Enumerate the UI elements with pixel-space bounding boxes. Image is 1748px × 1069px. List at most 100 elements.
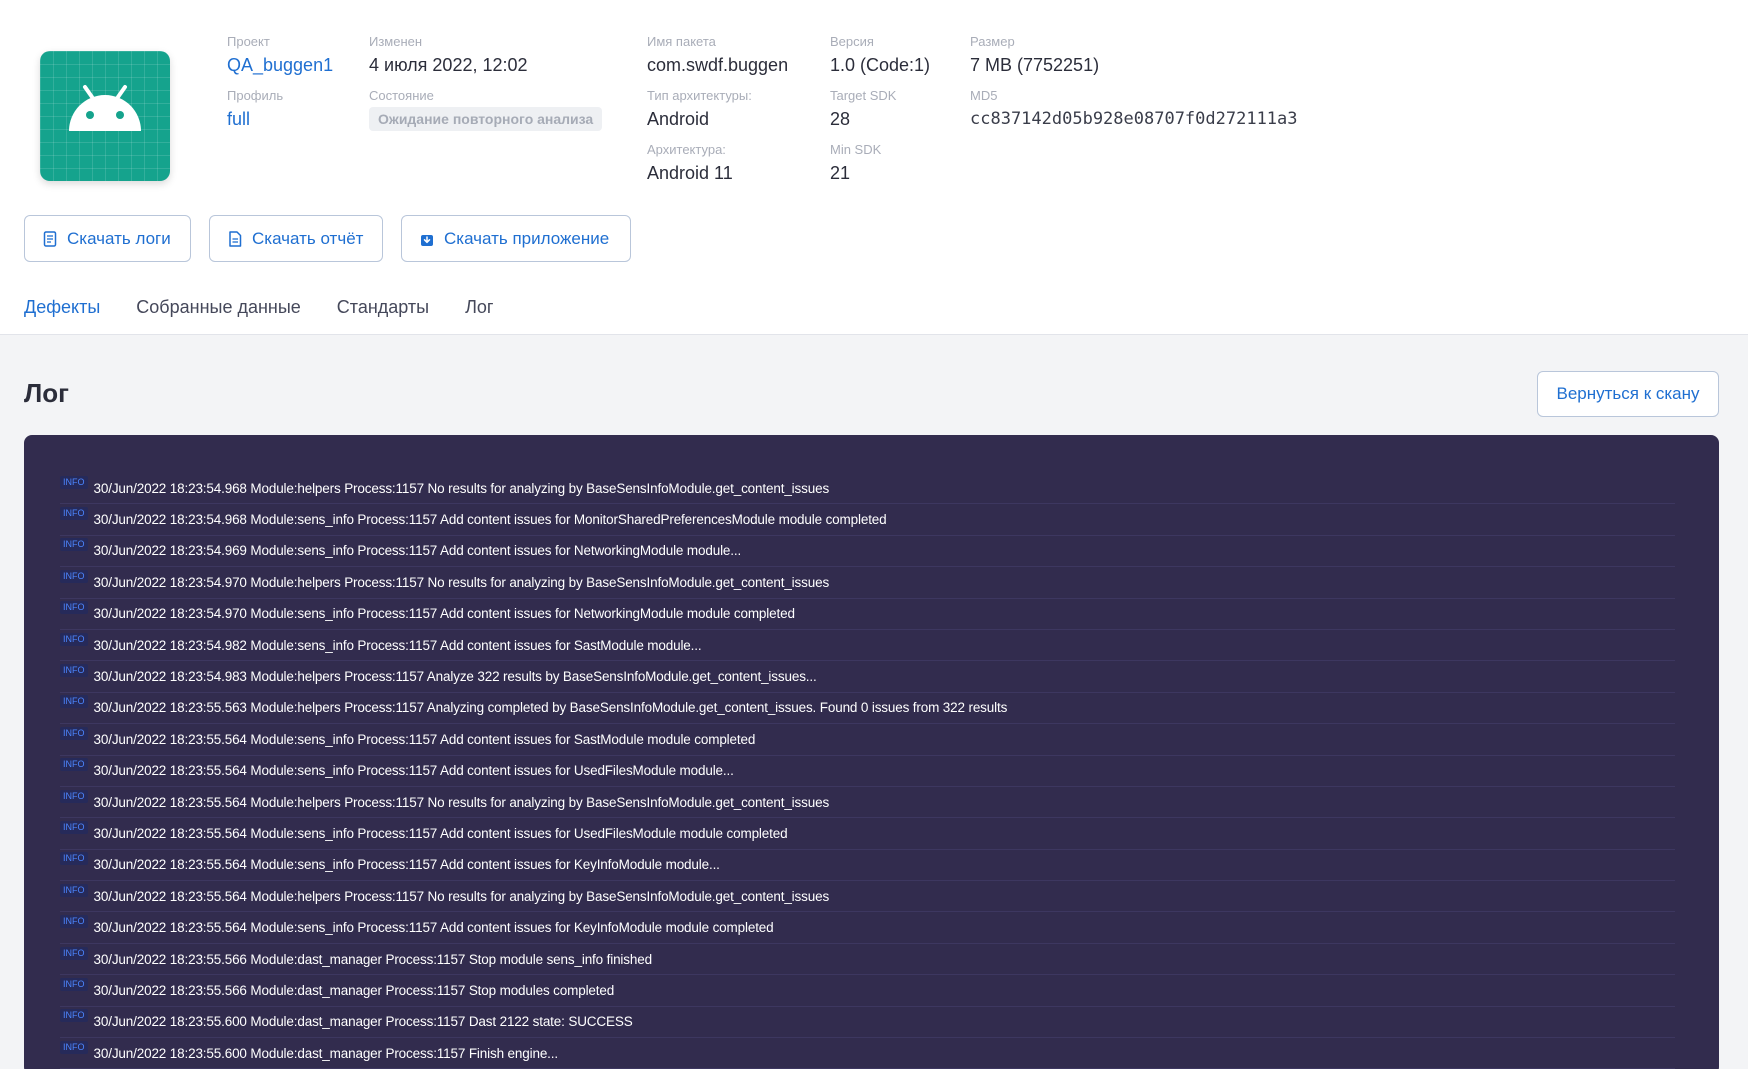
log-message: 30/Jun/2022 18:23:54.970 Module:helpers … [93, 574, 830, 590]
profile-label: Профиль [227, 88, 284, 103]
min-sdk-label: Min SDK [830, 142, 882, 157]
log-message: 30/Jun/2022 18:23:54.982 Module:sens_inf… [93, 637, 702, 653]
document-icon [229, 230, 242, 247]
log-entry: INFO 30/Jun/2022 18:23:55.564 Module:help… [60, 881, 1675, 913]
app-info-header: Проект QA_buggen1 Профиль full Изменен 4… [0, 0, 1748, 335]
log-level-badge: INFO [60, 820, 88, 834]
modified-value: 4 июля 2022, 12:02 [369, 55, 528, 75]
log-entry: INFO 30/Jun/2022 18:23:54.968 Module:help… [60, 473, 1675, 505]
log-level-badge: INFO [60, 1040, 88, 1054]
log-entry: INFO 30/Jun/2022 18:23:55.564 Module:sens… [60, 818, 1675, 850]
log-level-badge: INFO [60, 664, 88, 678]
log-entry: INFO 30/Jun/2022 18:23:54.983 Module:help… [60, 661, 1675, 693]
document-list-icon [43, 230, 57, 247]
md5-field: MD5 cc837142d05b928e08707f0d272111a3 [970, 88, 1298, 132]
log-message: 30/Jun/2022 18:23:55.564 Module:sens_inf… [93, 763, 734, 779]
log-message: 30/Jun/2022 18:23:54.969 Module:sens_inf… [93, 543, 742, 559]
md5-label: MD5 [970, 88, 998, 103]
log-message: 30/Jun/2022 18:23:54.970 Module:sens_inf… [93, 606, 795, 622]
log-entry: INFO 30/Jun/2022 18:23:55.600 Module:dast… [60, 1038, 1675, 1069]
log-entry: INFO 30/Jun/2022 18:23:55.566 Module:dast… [60, 975, 1675, 1007]
log-message: 30/Jun/2022 18:23:54.968 Module:helpers … [93, 480, 830, 496]
log-entry: INFO 30/Jun/2022 18:23:55.564 Module:sens… [60, 850, 1675, 882]
target-sdk-field: Target SDK 28 [830, 88, 896, 132]
download-app-label: Скачать приложение [444, 228, 610, 248]
version-label: Версия [830, 34, 874, 49]
state-label: Состояние [369, 88, 434, 103]
log-message: 30/Jun/2022 18:23:55.564 Module:sens_inf… [93, 857, 720, 873]
log-message: 30/Jun/2022 18:23:55.564 Module:sens_inf… [93, 920, 774, 936]
log-entry: INFO 30/Jun/2022 18:23:55.566 Module:dast… [60, 944, 1675, 976]
log-level-badge: INFO [60, 601, 88, 615]
back-to-scan-button[interactable]: Вернуться к скану [1537, 371, 1719, 417]
target-sdk-value: 28 [830, 109, 851, 129]
package-value: com.swdf.buggen [647, 55, 789, 75]
log-entry: INFO 30/Jun/2022 18:23:55.600 Module:dast… [60, 1007, 1675, 1039]
profile-link[interactable]: full [227, 106, 283, 132]
log-level-badge: INFO [60, 569, 88, 583]
log-level-badge: INFO [60, 632, 88, 646]
log-level-badge: INFO [60, 1009, 88, 1023]
log-entry: INFO 30/Jun/2022 18:23:54.982 Module:sens… [60, 630, 1675, 662]
size-value: 7 MB (7752251) [970, 55, 1100, 75]
log-message: 30/Jun/2022 18:23:55.564 Module:sens_inf… [93, 731, 756, 747]
package-label: Имя пакета [647, 34, 716, 49]
log-message: 30/Jun/2022 18:23:55.564 Module:sens_inf… [93, 825, 788, 841]
log-level-badge: INFO [60, 507, 88, 521]
modified-field: Изменен 4 июля 2022, 12:02 [369, 34, 528, 78]
log-message: 30/Jun/2022 18:23:54.983 Module:helpers … [93, 669, 817, 685]
log-level-badge: INFO [60, 475, 88, 489]
arch-type-field: Тип архитектуры: Android [647, 88, 752, 132]
download-logs-button[interactable]: Скачать логи [24, 215, 191, 262]
log-level-badge: INFO [60, 977, 88, 991]
log-entry: INFO 30/Jun/2022 18:23:54.969 Module:sens… [60, 536, 1675, 568]
log-entry: INFO 30/Jun/2022 18:23:55.563 Module:help… [60, 693, 1675, 725]
log-level-badge: INFO [60, 883, 88, 897]
log-message: 30/Jun/2022 18:23:55.600 Module:dast_man… [93, 1045, 559, 1061]
profile-field: Профиль full [227, 88, 283, 132]
log-entry: INFO 30/Jun/2022 18:23:55.564 Module:help… [60, 787, 1675, 819]
tab-standards[interactable]: Стандарты [337, 293, 429, 321]
modified-label: Изменен [369, 34, 423, 49]
arch-label: Архитектура: [647, 142, 726, 157]
log-level-badge: INFO [60, 946, 88, 960]
version-field: Версия 1.0 (Code:1) [830, 34, 930, 78]
download-logs-label: Скачать логи [67, 228, 171, 248]
arch-value: Android 11 [647, 163, 733, 183]
project-field: Проект QA_buggen1 [227, 34, 333, 78]
log-level-badge: INFO [60, 852, 88, 866]
project-link[interactable]: QA_buggen1 [227, 52, 333, 78]
tab-defects[interactable]: Дефекты [24, 293, 100, 321]
arch-type-value: Android [647, 109, 710, 129]
log-entry: INFO 30/Jun/2022 18:23:54.968 Module:sens… [60, 504, 1675, 536]
tab-bar: Дефекты Собранные данные Стандарты Лог [24, 293, 530, 321]
package-field: Имя пакета com.swdf.buggen [647, 34, 788, 78]
log-message: 30/Jun/2022 18:23:55.566 Module:dast_man… [93, 951, 653, 967]
state-field: Состояние Ожидание повторного анализа [369, 88, 603, 131]
log-entry: INFO 30/Jun/2022 18:23:55.564 Module:sens… [60, 724, 1675, 756]
log-entry: INFO 30/Jun/2022 18:23:55.564 Module:sens… [60, 912, 1675, 944]
project-label: Проект [227, 34, 270, 49]
log-level-badge: INFO [60, 758, 88, 772]
log-level-badge: INFO [60, 789, 88, 803]
tab-collected-data[interactable]: Собранные данные [136, 293, 301, 321]
tab-log[interactable]: Лог [465, 293, 493, 321]
android-icon [40, 51, 170, 181]
log-panel[interactable]: INFO 30/Jun/2022 18:23:54.968 Module:help… [24, 435, 1719, 1069]
min-sdk-value: 21 [830, 163, 851, 183]
download-report-button[interactable]: Скачать отчёт [209, 215, 383, 262]
target-sdk-label: Target SDK [830, 88, 897, 103]
log-level-badge: INFO [60, 695, 88, 709]
log-level-badge: INFO [60, 726, 88, 740]
log-message: 30/Jun/2022 18:23:55.564 Module:helpers … [93, 888, 830, 904]
log-message: 30/Jun/2022 18:23:55.566 Module:dast_man… [93, 982, 615, 998]
md5-value: cc837142d05b928e08707f0d272111a3 [970, 109, 1298, 129]
download-app-button[interactable]: Скачать приложение [401, 215, 631, 262]
size-field: Размер 7 MB (7752251) [970, 34, 1099, 78]
arch-type-label: Тип архитектуры: [647, 88, 752, 103]
log-entry: INFO 30/Jun/2022 18:23:55.564 Module:sens… [60, 756, 1675, 787]
status-badge: Ожидание повторного анализа [369, 107, 603, 131]
page-title: Лог [24, 378, 69, 408]
min-sdk-field: Min SDK 21 [830, 142, 881, 186]
log-level-badge: INFO [60, 915, 88, 929]
